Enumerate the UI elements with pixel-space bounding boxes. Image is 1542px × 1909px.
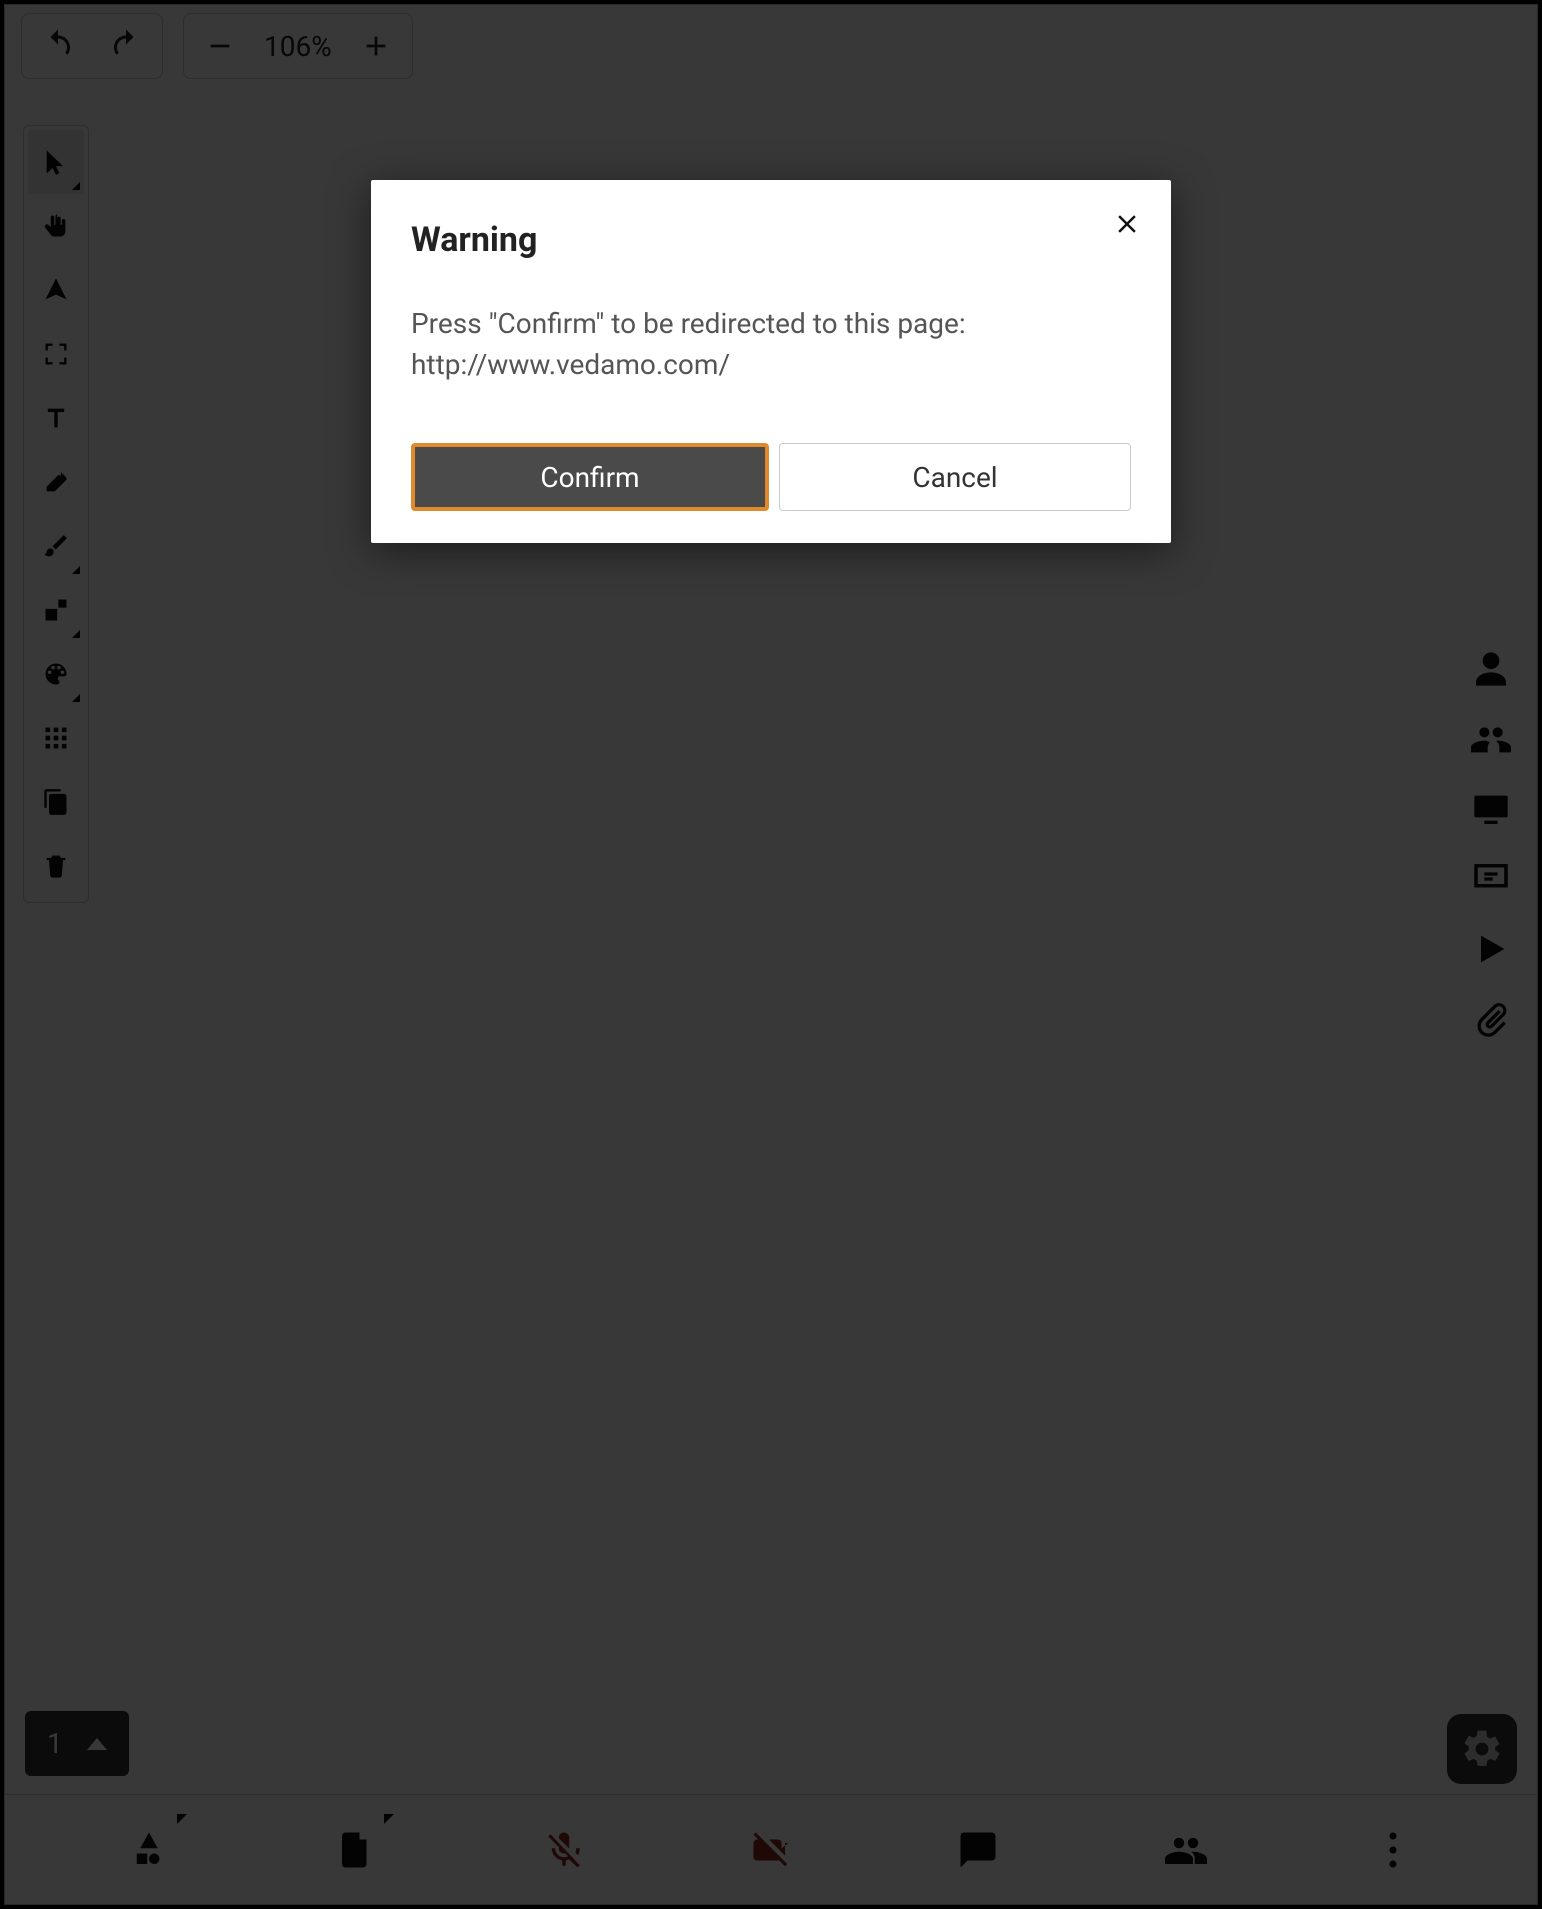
warning-modal: Warning Press "Confirm" to be redirected… xyxy=(371,180,1171,543)
modal-body-line1: Press "Confirm" to be redirected to this… xyxy=(411,307,966,340)
modal-title: Warning xyxy=(411,220,1131,260)
modal-body-line2: http://www.vedamo.com/ xyxy=(411,348,730,381)
modal-body: Press "Confirm" to be redirected to this… xyxy=(411,304,1131,385)
cancel-button[interactable]: Cancel xyxy=(779,443,1131,511)
close-icon xyxy=(1112,209,1142,239)
confirm-button[interactable]: Confirm xyxy=(411,443,769,511)
modal-close-button[interactable] xyxy=(1109,206,1145,242)
modal-button-row: Confirm Cancel xyxy=(411,443,1131,511)
